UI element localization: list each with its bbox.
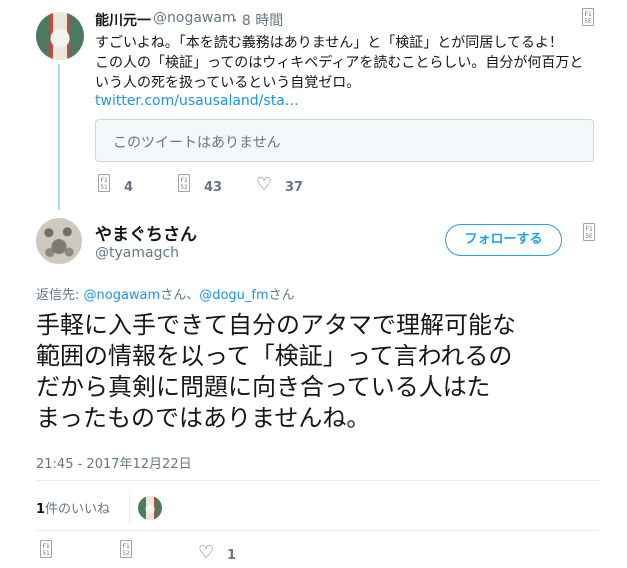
avatar-nogawam[interactable]	[36, 12, 84, 60]
likes-separator	[129, 490, 130, 524]
reply-to-line: 返信先: @nogawamさん、@dogu_fmさん	[36, 284, 295, 303]
follow-button[interactable]: フォローする	[445, 224, 562, 256]
tweet-timestamp[interactable]: 21:45 - 2017年12月22日	[36, 453, 192, 472]
main-display-name[interactable]: やまぐちさん	[95, 220, 197, 245]
main-tweet-line: 範囲の情報を以って「検証」って言われるの	[36, 342, 513, 370]
heart-icon[interactable]: ♡	[198, 544, 214, 562]
likes-summary[interactable]: 1件のいいね	[36, 498, 110, 517]
retweet-icon[interactable]: F1 52	[178, 174, 190, 192]
mention-nogawam[interactable]: @nogawam	[84, 288, 161, 303]
parent-tweet-line: いう人の死を扱っているという自覚ゼロ。	[95, 75, 361, 91]
parent-tweet-line: すごいよね。「本を読む義務はありません」と「検証」とが同居してるよ！	[95, 35, 563, 51]
more-menu-icon[interactable]: F1 5E	[582, 8, 594, 26]
more-menu-icon[interactable]: F1 5E	[583, 223, 595, 241]
parent-display-name[interactable]: 能川元一	[95, 10, 151, 30]
like-count: 37	[285, 180, 304, 195]
liker-avatar[interactable]	[138, 496, 162, 520]
main-tweet-text: 手軽に入手できて自分のアタマで理解可能な 範囲の情報を以って「検証」って言われる…	[36, 310, 616, 434]
reply-icon[interactable]: F1 51	[40, 540, 52, 558]
divider	[36, 480, 599, 481]
mention-dogu-fm[interactable]: @dogu_fm	[199, 288, 268, 303]
mention-suffix: さん	[268, 288, 295, 303]
main-tweet-line: 手軽に入手できて自分のアタマで理解可能な	[36, 311, 516, 339]
mention-join: さん、	[160, 288, 200, 303]
likes-summary-count: 1	[36, 502, 46, 517]
quote-unavailable-text: このツイートはありません	[113, 135, 281, 151]
main-tweet-line: まったものではありませんね。	[36, 404, 371, 432]
retweet-count: 43	[204, 180, 223, 195]
reply-count: 4	[124, 180, 134, 195]
retweet-icon[interactable]: F1 52	[120, 540, 132, 558]
likes-summary-label: 件のいいね	[45, 502, 111, 517]
parent-handle[interactable]: @nogawam	[153, 10, 236, 26]
main-like-count: 1	[227, 548, 237, 563]
main-tweet-line: だから真剣に問題に向き合っている人はた	[36, 373, 491, 401]
parent-tweet-text: すごいよね。「本を読む義務はありません」と「検証」とが同居してるよ！ この人の「…	[95, 33, 605, 93]
avatar-tyamagch[interactable]	[36, 218, 82, 264]
parent-tweet-link[interactable]: twitter.com/usausaland/sta…	[95, 93, 299, 109]
heart-icon[interactable]: ♡	[256, 176, 272, 194]
parent-time[interactable]: · 8 時間	[233, 10, 283, 30]
parent-tweet-line: この人の「検証」ってのはウィキペディアを読むことらしい。自分が何百万と	[95, 55, 584, 71]
thread-connector-line	[58, 64, 60, 210]
divider	[36, 530, 599, 531]
main-handle[interactable]: @tyamagch	[95, 245, 179, 261]
reply-to-prefix: 返信先:	[36, 288, 84, 303]
reply-icon[interactable]: F1 51	[98, 174, 110, 192]
